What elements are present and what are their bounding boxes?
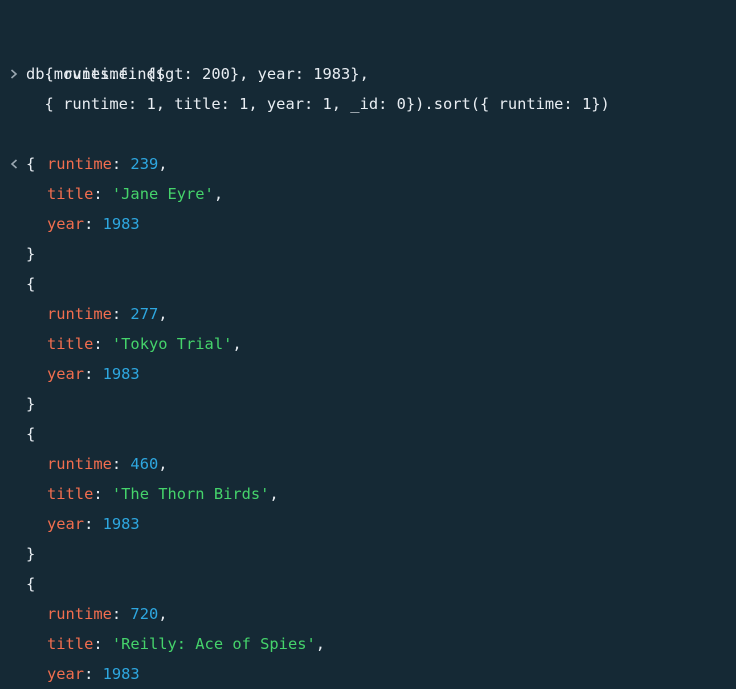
result-0-title: title: 'Jane Eyre', (47, 185, 224, 203)
title-key: title (47, 335, 94, 353)
result-2-title: title: 'The Thorn Birds', (47, 485, 279, 503)
runtime-key: runtime (47, 305, 112, 323)
title-value: 'Tokyo Trial' (111, 335, 233, 353)
result-0-year: year: 1983 (47, 215, 140, 233)
result-0-close: } (0, 209, 37, 263)
runtime-value: 460 (130, 455, 159, 473)
title-value: 'The Thorn Birds' (111, 485, 270, 503)
result-2-close: } (0, 509, 37, 563)
year-value: 1983 (102, 665, 140, 683)
result-1-runtime: runtime: 277, (47, 305, 168, 323)
result-2-year: year: 1983 (47, 515, 140, 533)
result-1-close: } (0, 359, 37, 413)
runtime-value: 277 (130, 305, 159, 323)
result-0-runtime: runtime: 239, (47, 155, 168, 173)
runtime-value: 720 (130, 605, 159, 623)
year-value: 1983 (102, 215, 140, 233)
runtime-value: 239 (130, 155, 159, 173)
title-key: title (47, 635, 94, 653)
title-value: 'Reilly: Ace of Spies' (111, 635, 316, 653)
year-key: year (47, 365, 85, 383)
result-3-close: } (0, 659, 37, 689)
result-3-open: { (0, 539, 37, 593)
year-key: year (47, 215, 85, 233)
year-value: 1983 (102, 515, 140, 533)
input-line-1: db.movies.find( (0, 0, 165, 83)
query-projection-text: { runtime: 1, title: 1, year: 1, _id: 0}… (26, 95, 610, 113)
result-1-open: { (0, 239, 37, 293)
input-line-3: { runtime: 1, title: 1, year: 1, _id: 0}… (0, 59, 610, 113)
title-key: title (47, 485, 94, 503)
year-key: year (47, 665, 85, 683)
result-3-runtime: runtime: 720, (47, 605, 168, 623)
year-key: year (47, 515, 85, 533)
title-value: 'Jane Eyre' (111, 185, 214, 203)
result-1-year: year: 1983 (47, 365, 140, 383)
runtime-key: runtime (47, 605, 112, 623)
result-2-open: { (0, 389, 37, 443)
result-0-open: { (0, 89, 37, 173)
result-3-title: title: 'Reilly: Ace of Spies', (47, 635, 326, 653)
result-3-year: year: 1983 (47, 665, 140, 683)
runtime-key: runtime (47, 155, 112, 173)
input-line-2: { runtime: {$gt: 200}, year: 1983}, (0, 29, 369, 83)
mongo-shell-console: db.movies.find( { runtime: {$gt: 200}, y… (0, 0, 736, 689)
result-2-runtime: runtime: 460, (47, 455, 168, 473)
year-value: 1983 (102, 365, 140, 383)
result-1-title: title: 'Tokyo Trial', (47, 335, 242, 353)
title-key: title (47, 185, 94, 203)
runtime-key: runtime (47, 455, 112, 473)
query-filter-text: { runtime: {$gt: 200}, year: 1983}, (26, 65, 369, 83)
